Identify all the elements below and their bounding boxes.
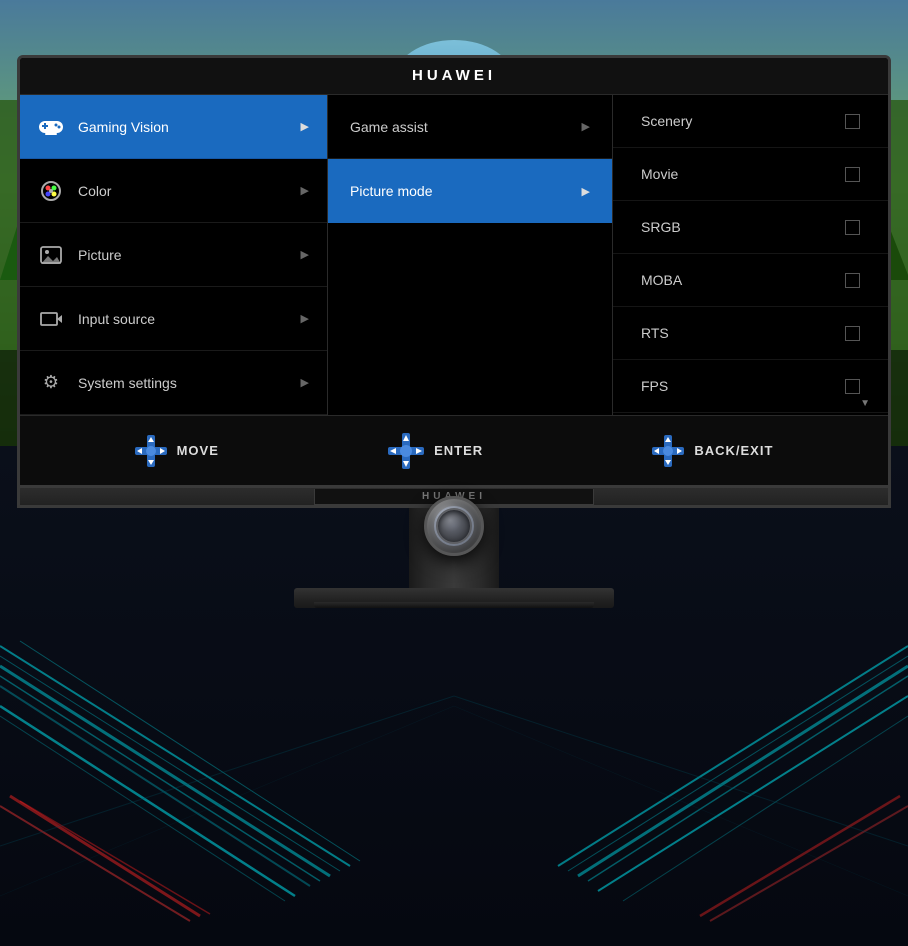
submenu-item-picture-mode[interactable]: Picture mode ▶ — [328, 159, 612, 223]
navigation-bar: MOVE ENTER — [20, 415, 888, 485]
menu-item-gaming-vision[interactable]: Gaming Vision ▶ — [20, 95, 327, 159]
middle-panel: Game assist ▶ Picture mode ▶ — [328, 95, 613, 415]
stand-neck-area — [17, 508, 891, 588]
option-srgb[interactable]: SRGB — [613, 201, 888, 254]
brand-title: HUAWEI — [412, 67, 496, 84]
option-moba[interactable]: MOBA — [613, 254, 888, 307]
game-assist-label: Game assist — [350, 119, 428, 135]
option-movie[interactable]: Movie — [613, 148, 888, 201]
game-assist-arrow: ▶ — [582, 120, 590, 133]
joystick-knob[interactable] — [424, 496, 484, 556]
back-exit-dpad-icon — [652, 435, 684, 467]
moba-checkbox — [845, 273, 860, 288]
menu-item-input-source[interactable]: Input source ▶ — [20, 287, 327, 351]
scenery-label: Scenery — [641, 113, 692, 129]
menu-item-system-settings[interactable]: ⚙ System settings ▶ — [20, 351, 327, 415]
system-settings-arrow: ▶ — [301, 376, 309, 389]
rts-label: RTS — [641, 325, 669, 341]
gaming-vision-label: Gaming Vision — [78, 119, 287, 135]
osd-menu: Gaming Vision ▶ — [20, 95, 888, 415]
monitor: HUAWEI — [17, 55, 891, 608]
nav-back-exit: BACK/EXIT — [652, 435, 773, 467]
fps-label: FPS — [641, 378, 668, 394]
move-dpad-icon — [135, 435, 167, 467]
palette-icon — [38, 178, 64, 204]
gaming-vision-arrow: ▶ — [301, 120, 309, 133]
system-settings-label: System settings — [78, 375, 287, 391]
movie-checkbox — [845, 167, 860, 182]
gear-icon: ⚙ — [38, 370, 64, 396]
menu-item-picture[interactable]: Picture ▶ — [20, 223, 327, 287]
nav-move: MOVE — [135, 435, 219, 467]
rts-checkbox — [845, 326, 860, 341]
gamepad-icon — [38, 114, 64, 140]
color-arrow: ▶ — [301, 184, 309, 197]
srgb-label: SRGB — [641, 219, 681, 235]
color-label: Color — [78, 183, 287, 199]
option-fps[interactable]: FPS — [613, 360, 888, 413]
stand-base — [294, 588, 614, 608]
title-bar: HUAWEI — [20, 58, 888, 95]
fps-checkbox — [845, 379, 860, 394]
input-icon — [38, 306, 64, 332]
screen: HUAWEI — [17, 55, 891, 488]
picture-arrow: ▶ — [301, 248, 309, 261]
movie-label: Movie — [641, 166, 678, 182]
picture-label: Picture — [78, 247, 287, 263]
input-source-arrow: ▶ — [301, 312, 309, 325]
picture-icon — [38, 242, 64, 268]
enter-label: ENTER — [434, 443, 483, 458]
left-panel: Gaming Vision ▶ — [20, 95, 328, 415]
enter-dpad-icon — [388, 433, 424, 469]
input-source-label: Input source — [78, 311, 287, 327]
menu-item-color[interactable]: Color ▶ — [20, 159, 327, 223]
move-label: MOVE — [177, 443, 219, 458]
scroll-indicator: ▼ — [860, 398, 870, 409]
nav-enter: ENTER — [388, 433, 483, 469]
option-rts[interactable]: RTS — [613, 307, 888, 360]
picture-mode-arrow: ▶ — [582, 185, 590, 198]
right-panel: Scenery Movie SRGB MOBA — [613, 95, 888, 415]
back-exit-label: BACK/EXIT — [694, 443, 773, 458]
picture-mode-label: Picture mode — [350, 183, 432, 199]
option-scenery[interactable]: Scenery — [613, 95, 888, 148]
srgb-checkbox — [845, 220, 860, 235]
scenery-checkbox — [845, 114, 860, 129]
submenu-item-game-assist[interactable]: Game assist ▶ — [328, 95, 612, 159]
moba-label: MOBA — [641, 272, 682, 288]
